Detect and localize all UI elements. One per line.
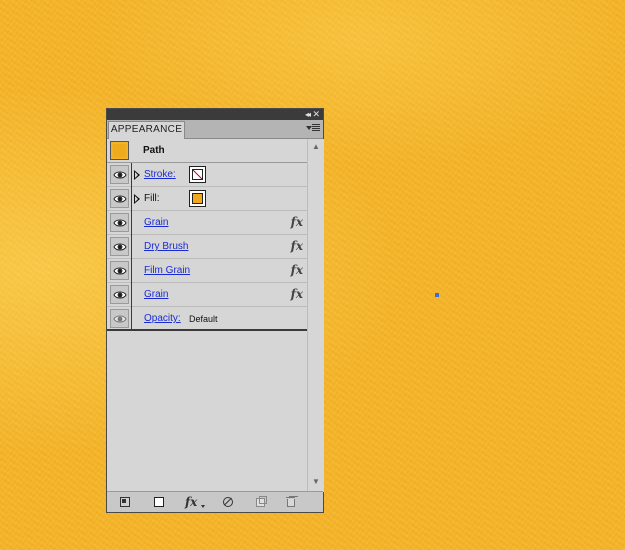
stroke-none-swatch[interactable] xyxy=(189,166,206,183)
stroke-row[interactable]: Stroke: xyxy=(107,163,307,187)
effect-row-dry-brush[interactable]: Dry Brush fx xyxy=(107,235,307,259)
row-divider xyxy=(131,283,132,307)
row-divider xyxy=(131,307,132,331)
add-effect-icon[interactable]: fx xyxy=(185,496,205,508)
opacity-row[interactable]: Opacity: Default xyxy=(107,307,307,331)
effect-link-dry-brush[interactable]: Dry Brush xyxy=(144,241,188,252)
fx-icon: fx xyxy=(290,287,303,301)
opacity-link[interactable]: Opacity: xyxy=(144,313,181,324)
close-panel-icon[interactable]: ✕ xyxy=(312,109,320,120)
eye-icon xyxy=(113,291,127,299)
row-divider xyxy=(131,163,132,187)
selection-anchor-point[interactable] xyxy=(435,293,439,297)
new-art-icon[interactable] xyxy=(119,496,131,508)
fill-orange-swatch[interactable] xyxy=(189,190,206,207)
eye-icon xyxy=(113,243,127,251)
reduce-basic-icon[interactable] xyxy=(222,496,234,508)
delete-item-icon[interactable] xyxy=(285,496,297,508)
effect-row-grain-2[interactable]: Grain fx xyxy=(107,283,307,307)
eye-icon xyxy=(113,171,127,179)
row-divider xyxy=(131,211,132,235)
visibility-toggle[interactable] xyxy=(110,237,129,256)
collapse-panel-icon[interactable]: ◂◂ xyxy=(305,109,311,120)
disclosure-triangle-icon[interactable] xyxy=(134,170,140,180)
scroll-down-icon[interactable]: ▼ xyxy=(311,478,321,486)
visibility-toggle[interactable] xyxy=(110,189,129,208)
panel-titlebar[interactable]: ◂◂ ✕ xyxy=(107,109,323,120)
effect-link-grain[interactable]: Grain xyxy=(144,217,168,228)
effect-row-film-grain[interactable]: Film Grain fx xyxy=(107,259,307,283)
effect-link-film-grain[interactable]: Film Grain xyxy=(144,265,190,276)
path-header-row[interactable]: Path xyxy=(107,139,307,163)
panel-scrollbar[interactable]: ▲ ▼ xyxy=(307,139,324,492)
visibility-toggle[interactable] xyxy=(110,309,129,328)
fx-icon: fx xyxy=(290,263,303,277)
effect-row-grain[interactable]: Grain fx xyxy=(107,211,307,235)
row-divider xyxy=(131,235,132,259)
eye-icon xyxy=(113,315,127,323)
duplicate-item-icon[interactable] xyxy=(255,496,267,508)
eye-icon xyxy=(113,267,127,275)
panel-footer: fx xyxy=(107,491,323,512)
tab-appearance[interactable]: APPEARANCE xyxy=(108,121,185,139)
appearance-panel: ◂◂ ✕ APPEARANCE Path Stroke: Fill: Grain… xyxy=(106,108,324,513)
fx-icon: fx xyxy=(290,215,303,229)
path-label: Path xyxy=(143,145,165,156)
opacity-value: Default xyxy=(189,314,218,324)
visibility-toggle[interactable] xyxy=(110,165,129,184)
row-divider xyxy=(131,259,132,283)
clear-appearance-icon[interactable] xyxy=(153,496,165,508)
panel-menu-icon[interactable] xyxy=(306,123,320,133)
panel-tabbar: APPEARANCE xyxy=(107,120,323,139)
disclosure-triangle-icon[interactable] xyxy=(134,194,140,204)
fill-row[interactable]: Fill: xyxy=(107,187,307,211)
row-divider xyxy=(131,187,132,211)
eye-icon xyxy=(113,195,127,203)
fill-label: Fill: xyxy=(144,193,160,204)
appearance-list: Path Stroke: Fill: Grain fx Dry Brush fx… xyxy=(107,139,307,331)
fx-icon: fx xyxy=(290,239,303,253)
stroke-link[interactable]: Stroke: xyxy=(144,169,176,180)
visibility-toggle[interactable] xyxy=(110,213,129,232)
path-thumbnail xyxy=(110,141,129,160)
eye-icon xyxy=(113,219,127,227)
effect-link-grain-2[interactable]: Grain xyxy=(144,289,168,300)
scroll-up-icon[interactable]: ▲ xyxy=(311,143,321,151)
visibility-toggle[interactable] xyxy=(110,285,129,304)
visibility-toggle[interactable] xyxy=(110,261,129,280)
